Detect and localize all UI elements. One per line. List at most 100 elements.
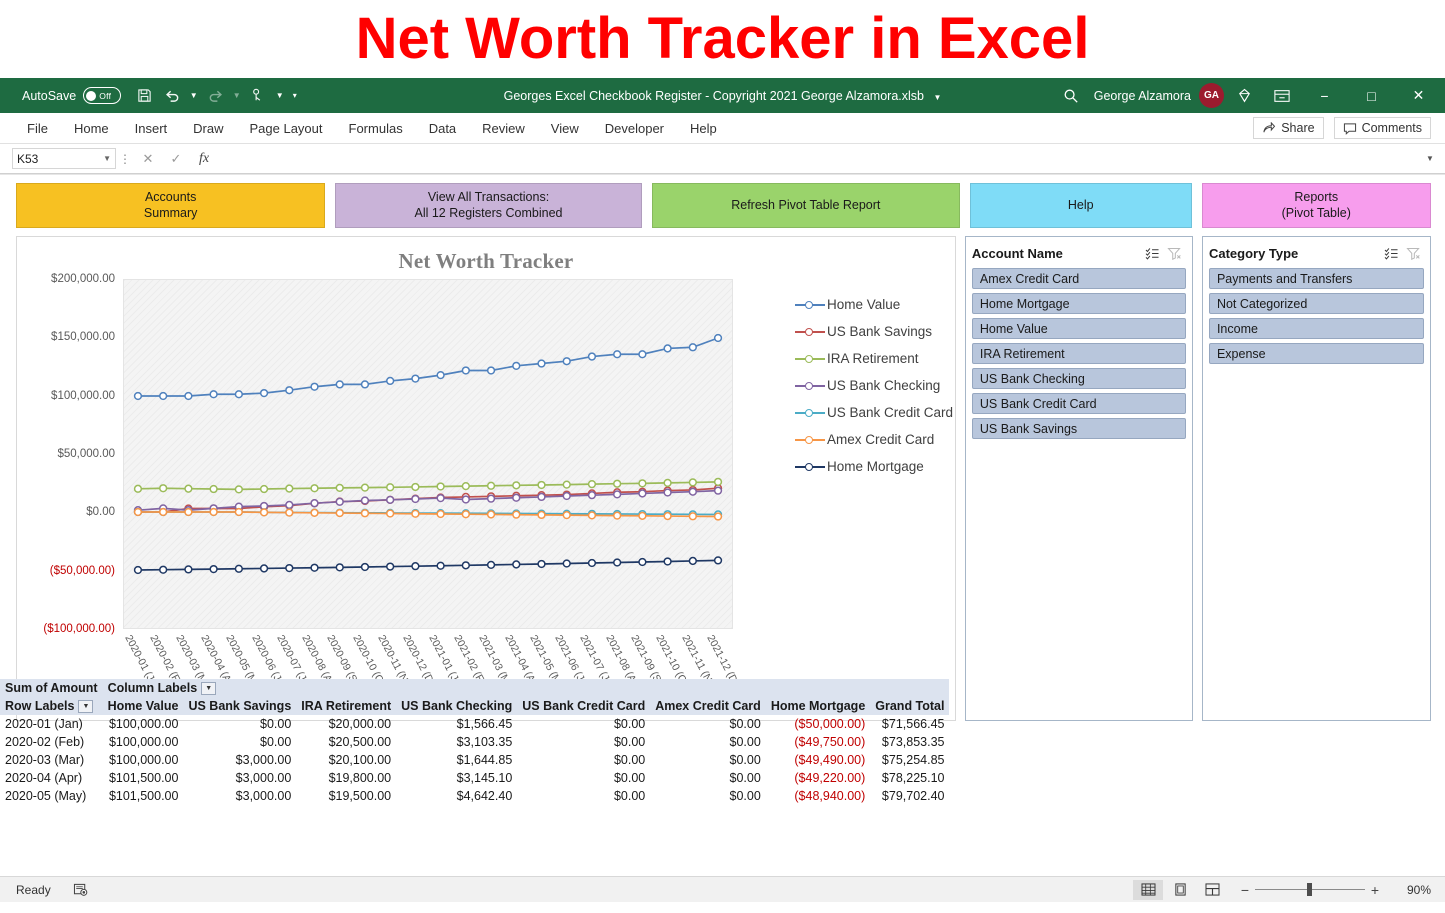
- slicer-item[interactable]: Income: [1209, 318, 1424, 339]
- column-labels-filter-icon[interactable]: ▼: [201, 682, 216, 695]
- name-box[interactable]: K53 ▼: [12, 148, 116, 169]
- insert-function-icon[interactable]: fx: [190, 148, 218, 170]
- status-text: Ready: [16, 883, 51, 897]
- chart-data-point: [362, 510, 369, 517]
- zoom-slider-track[interactable]: [1255, 889, 1365, 890]
- table-row[interactable]: 2020-05 (May)$101,500.00$3,000.00$19,500…: [0, 787, 949, 805]
- search-icon[interactable]: [1054, 81, 1088, 111]
- redo-icon[interactable]: [202, 83, 228, 109]
- reports-pivot-table-button[interactable]: Reports (Pivot Table): [1202, 183, 1432, 228]
- touch-mode-dropdown-icon[interactable]: ▼: [273, 83, 286, 109]
- chart-data-point: [412, 563, 419, 570]
- zoom-out-button[interactable]: −: [1235, 882, 1255, 898]
- slicer-item[interactable]: US Bank Checking: [972, 368, 1186, 389]
- page-break-preview-button[interactable]: [1197, 880, 1227, 900]
- slicer-item[interactable]: Home Value: [972, 318, 1186, 339]
- clear-filter-icon[interactable]: [1402, 244, 1424, 262]
- chart-data-point: [185, 566, 192, 573]
- undo-icon[interactable]: [159, 83, 185, 109]
- cancel-icon[interactable]: ✕: [134, 148, 162, 170]
- help-button[interactable]: Help: [970, 183, 1192, 228]
- refresh-pivot-table-report-button[interactable]: Refresh Pivot Table Report: [652, 183, 960, 228]
- slicer-item[interactable]: Home Mortgage: [972, 293, 1186, 314]
- pivot-cell: $0.00: [517, 769, 650, 787]
- tab-formulas[interactable]: Formulas: [336, 116, 416, 141]
- redo-dropdown-icon[interactable]: ▼: [230, 83, 243, 109]
- microsoft-365-diamond-icon[interactable]: [1226, 81, 1262, 111]
- pivot-table[interactable]: Sum of Amount Column Labels▼ Row Labels▼…: [0, 679, 1445, 805]
- expand-formula-bar-icon[interactable]: ▼: [1421, 154, 1439, 163]
- slicer-item[interactable]: Not Categorized: [1209, 293, 1424, 314]
- enter-icon[interactable]: ✓: [162, 148, 190, 170]
- zoom-slider-thumb[interactable]: [1307, 883, 1312, 896]
- multi-select-icon[interactable]: [1142, 244, 1164, 262]
- tab-insert[interactable]: Insert: [122, 116, 181, 141]
- ribbon-tab-bar: File Home Insert Draw Page Layout Formul…: [0, 113, 1445, 144]
- save-icon[interactable]: [131, 83, 157, 109]
- tab-draw[interactable]: Draw: [180, 116, 236, 141]
- tab-review[interactable]: Review: [469, 116, 538, 141]
- ribbon-display-options-icon[interactable]: [1264, 81, 1300, 111]
- name-box-dropdown-icon[interactable]: ▼: [103, 154, 111, 163]
- row-labels-filter-icon[interactable]: ▼: [78, 700, 93, 713]
- slicer-item[interactable]: US Bank Credit Card: [972, 393, 1186, 414]
- zoom-in-button[interactable]: +: [1365, 882, 1385, 898]
- minimize-window-button[interactable]: −: [1302, 78, 1347, 113]
- table-row[interactable]: 2020-03 (Mar)$100,000.00$3,000.00$20,100…: [0, 751, 949, 769]
- autosave-group[interactable]: AutoSave Off: [22, 87, 121, 104]
- close-window-button[interactable]: ✕: [1396, 78, 1441, 113]
- chart-data-point: [412, 510, 419, 517]
- chart-and-slicers-row: Net Worth Tracker $200,000.00$150,000.00…: [0, 228, 1445, 721]
- account-name-slicer[interactable]: Account Name Amex Credit CardHome Mortga…: [965, 236, 1193, 721]
- view-all-transactions-button[interactable]: View All Transactions: All 12 Registers …: [335, 183, 641, 228]
- formula-input[interactable]: [222, 148, 1421, 169]
- tab-home[interactable]: Home: [61, 116, 122, 141]
- chart-data-point: [715, 335, 722, 342]
- chart-data-point: [563, 481, 570, 488]
- chart-data-point: [362, 484, 369, 491]
- chart-legend-item: Amex Credit Card: [795, 426, 975, 453]
- maximize-window-button[interactable]: □: [1349, 78, 1394, 113]
- document-title-dropdown-icon[interactable]: ▼: [933, 93, 941, 102]
- account-name-slicer-items: Amex Credit Card Home Mortgage Home Value I…: [972, 268, 1186, 439]
- tab-view[interactable]: View: [538, 116, 592, 141]
- accounts-summary-line1: Accounts: [145, 190, 196, 206]
- net-worth-chart[interactable]: Net Worth Tracker $200,000.00$150,000.00…: [16, 236, 956, 721]
- tab-help[interactable]: Help: [677, 116, 730, 141]
- page-layout-view-button[interactable]: [1165, 880, 1195, 900]
- clear-filter-icon[interactable]: [1164, 244, 1186, 262]
- avatar[interactable]: GA: [1199, 83, 1224, 108]
- normal-view-button[interactable]: [1133, 880, 1163, 900]
- customize-quick-access-toolbar-icon[interactable]: ▾: [288, 83, 301, 109]
- document-title-text: Georges Excel Checkbook Register - Copyr…: [504, 89, 924, 103]
- table-row[interactable]: 2020-04 (Apr)$101,500.00$3,000.00$19,800…: [0, 769, 949, 787]
- chart-data-point: [311, 485, 318, 492]
- multi-select-icon[interactable]: [1380, 244, 1402, 262]
- accounts-summary-button[interactable]: Accounts Summary: [16, 183, 325, 228]
- slicer-item[interactable]: Payments and Transfers: [1209, 268, 1424, 289]
- touch-mode-icon[interactable]: [245, 83, 271, 109]
- macro-record-icon[interactable]: [73, 883, 89, 897]
- chart-legend-key-icon: [795, 461, 825, 473]
- slicer-item[interactable]: Amex Credit Card: [972, 268, 1186, 289]
- zoom-slider[interactable]: − +: [1235, 882, 1385, 898]
- undo-dropdown-icon[interactable]: ▼: [187, 83, 200, 109]
- category-type-slicer[interactable]: Category Type Payments and TransfersNot …: [1202, 236, 1431, 721]
- tab-developer[interactable]: Developer: [592, 116, 677, 141]
- table-row[interactable]: 2020-01 (Jan)$100,000.00$0.00$20,000.00$…: [0, 715, 949, 733]
- formula-bar-options-icon[interactable]: ⋮: [116, 152, 134, 166]
- chart-data-point: [538, 482, 545, 489]
- tab-file[interactable]: File: [14, 116, 61, 141]
- slicer-item[interactable]: US Bank Savings: [972, 418, 1186, 439]
- table-row[interactable]: 2020-02 (Feb)$100,000.00$0.00$20,500.00$…: [0, 733, 949, 751]
- autosave-toggle[interactable]: Off: [83, 87, 121, 104]
- comments-button[interactable]: Comments: [1334, 117, 1431, 139]
- slicer-item[interactable]: Expense: [1209, 343, 1424, 364]
- chart-data-point: [261, 390, 268, 397]
- chart-legend-item: US Bank Credit Card: [795, 399, 975, 426]
- tab-data[interactable]: Data: [416, 116, 469, 141]
- share-button[interactable]: Share: [1253, 117, 1323, 139]
- pivot-cell: $0.00: [517, 787, 650, 805]
- slicer-item[interactable]: IRA Retirement: [972, 343, 1186, 364]
- tab-page-layout[interactable]: Page Layout: [237, 116, 336, 141]
